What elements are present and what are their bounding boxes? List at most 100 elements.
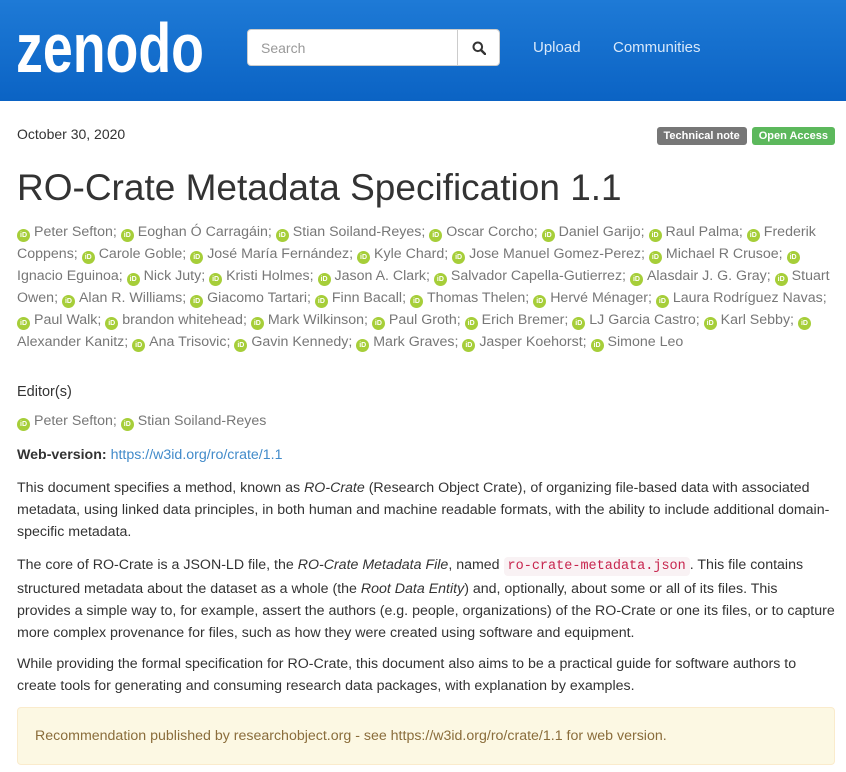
orcid-icon[interactable]: iD <box>190 295 204 308</box>
orcid-icon[interactable]: iD <box>541 229 555 242</box>
person-name: Jose Manuel Gomez-Perez <box>469 246 642 262</box>
orcid-icon[interactable]: iD <box>120 229 134 242</box>
orcid-icon[interactable]: iD <box>409 295 423 308</box>
orcid-icon[interactable]: iD <box>17 229 30 242</box>
person-entry: iD brandon whitehead <box>105 312 243 330</box>
person-name: Karl Sebby <box>720 312 791 328</box>
person-entry: iD Daniel Garijo <box>541 224 641 242</box>
orcid-icon[interactable]: iD <box>797 317 811 330</box>
person-name: José María Fernández <box>207 246 350 262</box>
person-name: Simone Leo <box>607 334 684 350</box>
orcid-icon[interactable]: iD <box>629 273 643 286</box>
web-version-link[interactable]: https://w3id.org/ro/crate/1.1 <box>111 447 283 463</box>
site-header: zenodo Upload Communities <box>0 0 846 101</box>
orcid-icon[interactable]: iD <box>17 317 30 330</box>
orcid-icon[interactable]: iD <box>371 317 385 330</box>
orcid-icon[interactable]: iD <box>462 339 476 352</box>
person-entry: iD Jasper Koehorst <box>462 334 583 352</box>
orcid-icon[interactable]: iD <box>61 295 75 308</box>
description-paragraph-1: This document specifies a method, known … <box>17 480 830 540</box>
orcid-icon[interactable]: iD <box>275 229 289 242</box>
resource-type-badge[interactable]: Technical note <box>656 127 747 145</box>
orcid-icon[interactable]: iD <box>357 251 371 264</box>
record-title: RO-Crate Metadata Specification 1.1 <box>17 167 622 208</box>
person-entry: iD Peter Sefton <box>17 413 113 431</box>
orcid-icon[interactable]: iD <box>429 229 443 242</box>
person-name: Kristi Holmes <box>226 268 310 284</box>
person-name: Giacomo Tartari <box>207 290 307 306</box>
orcid-icon[interactable]: iD <box>209 273 223 286</box>
orcid-icon[interactable]: iD <box>132 339 146 352</box>
orcid-icon[interactable]: iD <box>452 251 466 264</box>
orcid-icon[interactable]: iD <box>105 317 119 330</box>
orcid-icon[interactable]: iD <box>572 317 586 330</box>
person-name: Thomas Thelen <box>426 290 526 306</box>
person-name: brandon whitehead <box>122 312 243 328</box>
orcid-icon[interactable]: iD <box>648 251 662 264</box>
orcid-icon[interactable]: iD <box>190 251 204 264</box>
orcid-icon[interactable]: iD <box>433 273 447 286</box>
nav-communities[interactable]: Communities <box>613 39 701 56</box>
person-name: Jasper Koehorst <box>479 334 583 350</box>
person-entry: iD Hervé Ménager <box>533 290 648 308</box>
person-name: Carole Goble <box>98 246 183 262</box>
orcid-icon[interactable]: iD <box>317 273 331 286</box>
search-icon <box>472 41 486 55</box>
orcid-icon[interactable]: iD <box>356 339 370 352</box>
access-badge[interactable]: Open Access <box>751 127 835 145</box>
orcid-icon[interactable]: iD <box>464 317 478 330</box>
person-entry: iD Stian Soiland-Reyes <box>275 224 421 242</box>
search-input[interactable] <box>247 29 458 66</box>
person-name: Mark Graves <box>373 334 455 350</box>
person-entry: iD Mark Graves <box>356 334 455 352</box>
orcid-icon[interactable]: iD <box>786 251 800 264</box>
search-button[interactable] <box>458 29 500 66</box>
person-entry: iD Eoghan Ó Carragáin <box>120 224 268 242</box>
person-name: Daniel Garijo <box>558 224 641 240</box>
zenodo-logo[interactable]: zenodo <box>16 10 206 78</box>
orcid-icon[interactable]: iD <box>703 317 717 330</box>
person-name: Michael R Crusoe <box>665 246 779 262</box>
person-entry: iD Simone Leo <box>590 334 684 352</box>
person-entry: iD José María Fernández <box>190 246 350 264</box>
person-name: Peter Sefton <box>34 224 113 240</box>
person-entry: iD Oscar Corcho <box>429 224 534 242</box>
person-entry: iD Nick Juty <box>126 268 201 286</box>
person-entry: iD LJ Garcia Castro <box>572 312 696 330</box>
logo-text: zenodo <box>16 10 204 78</box>
person-entry: iD Jason A. Clark <box>317 268 426 286</box>
person-entry: iD Paul Groth <box>371 312 457 330</box>
person-entry: iD Peter Sefton <box>17 224 113 242</box>
web-version: Web-version: https://w3id.org/ro/crate/1… <box>17 447 282 463</box>
publication-notice: Recommendation published by researchobje… <box>17 707 835 765</box>
orcid-icon[interactable]: iD <box>234 339 248 352</box>
orcid-icon[interactable]: iD <box>774 273 788 286</box>
orcid-icon[interactable]: iD <box>655 295 669 308</box>
author-list: iD Peter Sefton; iD Eoghan Ó Carragáin; iD… <box>17 224 830 352</box>
orcid-icon[interactable]: iD <box>126 273 140 286</box>
person-name: Laura Rodríguez Navas <box>672 290 823 306</box>
orcid-icon[interactable]: iD <box>533 295 547 308</box>
person-name: Eoghan Ó Carragáin <box>137 224 268 240</box>
person-name: Peter Sefton <box>34 413 113 429</box>
orcid-icon[interactable]: iD <box>590 339 604 352</box>
orcid-icon[interactable]: iD <box>120 418 134 431</box>
orcid-icon[interactable]: iD <box>314 295 328 308</box>
orcid-icon[interactable]: iD <box>250 317 264 330</box>
person-name: Erich Bremer <box>481 312 565 328</box>
orcid-icon[interactable]: iD <box>648 229 662 242</box>
person-entry: iD Finn Bacall <box>314 290 402 308</box>
person-name: Paul Groth <box>388 312 457 328</box>
orcid-icon[interactable]: iD <box>81 251 95 264</box>
person-name: Alexander Kanitz <box>17 334 125 350</box>
search-bar <box>247 29 500 66</box>
person-entry: iD Kristi Holmes <box>209 268 310 286</box>
person-entry: iD Gavin Kennedy <box>234 334 349 352</box>
person-entry: iD Erich Bremer <box>464 312 565 330</box>
person-name: Raul Palma <box>665 224 739 240</box>
person-name: Gavin Kennedy <box>251 334 349 350</box>
orcid-icon[interactable]: iD <box>17 418 30 431</box>
orcid-icon[interactable]: iD <box>746 229 760 242</box>
nav-upload[interactable]: Upload <box>533 39 581 56</box>
person-name: Kyle Chard <box>374 246 445 262</box>
